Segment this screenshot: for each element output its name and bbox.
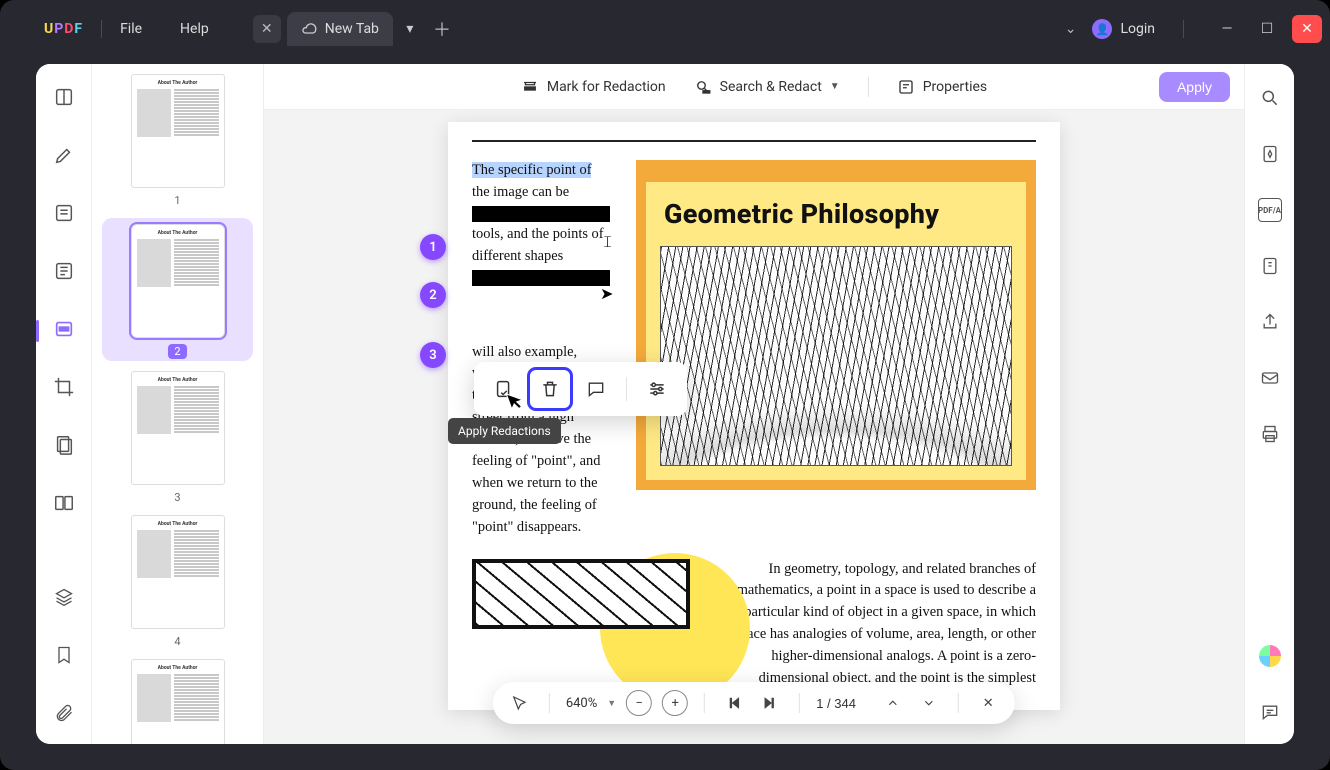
rail-crop-icon[interactable] <box>51 376 77 398</box>
thumb-label: 4 <box>174 635 180 648</box>
zoom-value[interactable]: 640% <box>566 696 597 711</box>
login-button[interactable]: 👤 Login <box>1092 19 1155 39</box>
tooltip-apply-redactions: Apply Redactions <box>448 418 561 444</box>
last-page-button[interactable] <box>757 690 783 716</box>
thumb-title: About The Author <box>137 521 219 527</box>
tab-label: New Tab <box>325 21 379 37</box>
rail-layers-icon[interactable] <box>51 586 77 608</box>
pdfa-icon[interactable]: PDF/A <box>1258 198 1282 222</box>
redaction-mark-2[interactable] <box>472 270 610 286</box>
window-maximize[interactable]: ☐ <box>1252 15 1282 43</box>
mark-label: Mark for Redaction <box>547 79 666 95</box>
prev-page-button[interactable] <box>880 690 906 716</box>
window-minimize[interactable]: — <box>1212 15 1242 43</box>
first-page-button[interactable] <box>721 690 747 716</box>
text-line: the image can be <box>472 184 569 200</box>
search-icon[interactable] <box>1258 86 1282 110</box>
chevron-down-icon: ▼ <box>830 81 840 92</box>
rail-bookmark-icon[interactable] <box>51 644 77 666</box>
rail-highlight-icon[interactable] <box>51 144 77 166</box>
zoom-out-button[interactable]: − <box>626 690 652 716</box>
left-column-text[interactable]: The specific point of the image can be t… <box>472 160 610 539</box>
properties-label: Properties <box>923 79 987 95</box>
text-line: tools, and the points of different shape… <box>472 226 604 264</box>
thumbnail-3[interactable]: About The Author 3 <box>102 371 253 505</box>
rail-reader-icon[interactable] <box>51 86 77 108</box>
next-page-button[interactable] <box>916 690 942 716</box>
cloud-icon <box>301 21 317 37</box>
figure: Geometric Philosophy <box>636 160 1036 490</box>
thumbnail-4[interactable]: About The Author 4 <box>102 515 253 649</box>
page-input[interactable] <box>816 696 870 711</box>
zoom-in-button[interactable]: + <box>662 690 688 716</box>
chat-icon[interactable] <box>1258 700 1282 724</box>
zoom-dropdown-icon[interactable]: ▼ <box>607 698 616 709</box>
callout-3: 3 <box>420 342 446 368</box>
app-logo: UPDF <box>44 21 83 37</box>
thumb-label: 3 <box>174 491 180 504</box>
menu-help[interactable]: Help <box>180 21 209 37</box>
compress-icon[interactable] <box>1258 254 1282 278</box>
context-toolbar <box>474 362 687 416</box>
figure-title: Geometric Philosophy <box>660 182 1012 246</box>
ai-assistant-icon[interactable] <box>1258 644 1282 668</box>
redaction-toolbar: Mark for Redaction Search & Redact ▼ Pro… <box>264 64 1244 110</box>
callout-2: 2 <box>420 282 446 308</box>
rail-organize-icon[interactable] <box>51 434 77 456</box>
thumb-title: About The Author <box>137 665 219 671</box>
rail-redact-icon[interactable] <box>51 318 77 340</box>
print-icon[interactable] <box>1258 422 1282 446</box>
callout-1: 1 <box>420 234 446 260</box>
thumbnail-panel[interactable]: About The Author 1 About The Author 2 Ab… <box>92 64 264 744</box>
right-rail: PDF/A <box>1244 64 1294 744</box>
avatar-icon: 👤 <box>1092 19 1112 39</box>
tab-close-button[interactable]: ✕ <box>253 15 281 43</box>
thumb-label: 2 <box>168 344 186 359</box>
right-paragraph: In geometry, topology, and related branc… <box>720 559 1036 690</box>
thumbnail-2[interactable]: About The Author 2 <box>102 218 253 361</box>
tab-current[interactable]: New Tab <box>287 12 393 46</box>
window-close[interactable]: ✕ <box>1292 15 1322 43</box>
tab-dropdown[interactable]: ▾ <box>399 18 421 40</box>
thumbnail-5[interactable]: About The Author 5 <box>102 659 253 744</box>
search-and-redact-button[interactable]: Search & Redact ▼ <box>694 78 840 96</box>
thumbnail-1[interactable]: About The Author 1 <box>102 74 253 208</box>
document-area[interactable]: Mark for Redaction Search & Redact ▼ Pro… <box>264 64 1244 744</box>
thumb-title: About The Author <box>137 377 219 383</box>
delete-redaction-button[interactable] <box>530 370 570 408</box>
redaction-mark-1[interactable] <box>472 206 610 222</box>
figure-image <box>660 246 1012 466</box>
search-label: Search & Redact <box>720 79 822 95</box>
menu-file[interactable]: File <box>120 21 142 37</box>
thumb-label: 1 <box>174 194 180 207</box>
small-figure <box>472 559 690 629</box>
ai-tool-icon[interactable] <box>1258 142 1282 166</box>
rail-form-icon[interactable] <box>51 260 77 282</box>
rail-attachment-icon[interactable] <box>51 702 77 724</box>
thumb-title: About The Author <box>137 80 219 86</box>
thumb-title: About The Author <box>137 230 219 236</box>
rail-edit-icon[interactable] <box>51 202 77 224</box>
login-label: Login <box>1120 21 1155 37</box>
rail-compare-icon[interactable] <box>51 492 77 514</box>
close-bar-button[interactable]: ✕ <box>975 690 1001 716</box>
settings-button[interactable] <box>637 370 677 408</box>
view-controls-bar: 640% ▼ − + ✕ <box>493 682 1015 724</box>
selected-text[interactable]: The specific point of <box>472 162 591 178</box>
apply-button[interactable]: Apply <box>1159 72 1230 102</box>
apply-redactions-button[interactable] <box>484 370 524 408</box>
select-tool-icon[interactable] <box>507 690 533 716</box>
share-icon[interactable] <box>1258 310 1282 334</box>
title-dropdown[interactable]: ⌄ <box>1059 15 1083 43</box>
left-rail <box>36 64 92 744</box>
tab-add-button[interactable]: ＋ <box>433 16 451 42</box>
comment-button[interactable] <box>576 370 616 408</box>
properties-button[interactable]: Properties <box>897 78 987 96</box>
email-icon[interactable] <box>1258 366 1282 390</box>
mark-for-redaction-button[interactable]: Mark for Redaction <box>521 78 666 96</box>
